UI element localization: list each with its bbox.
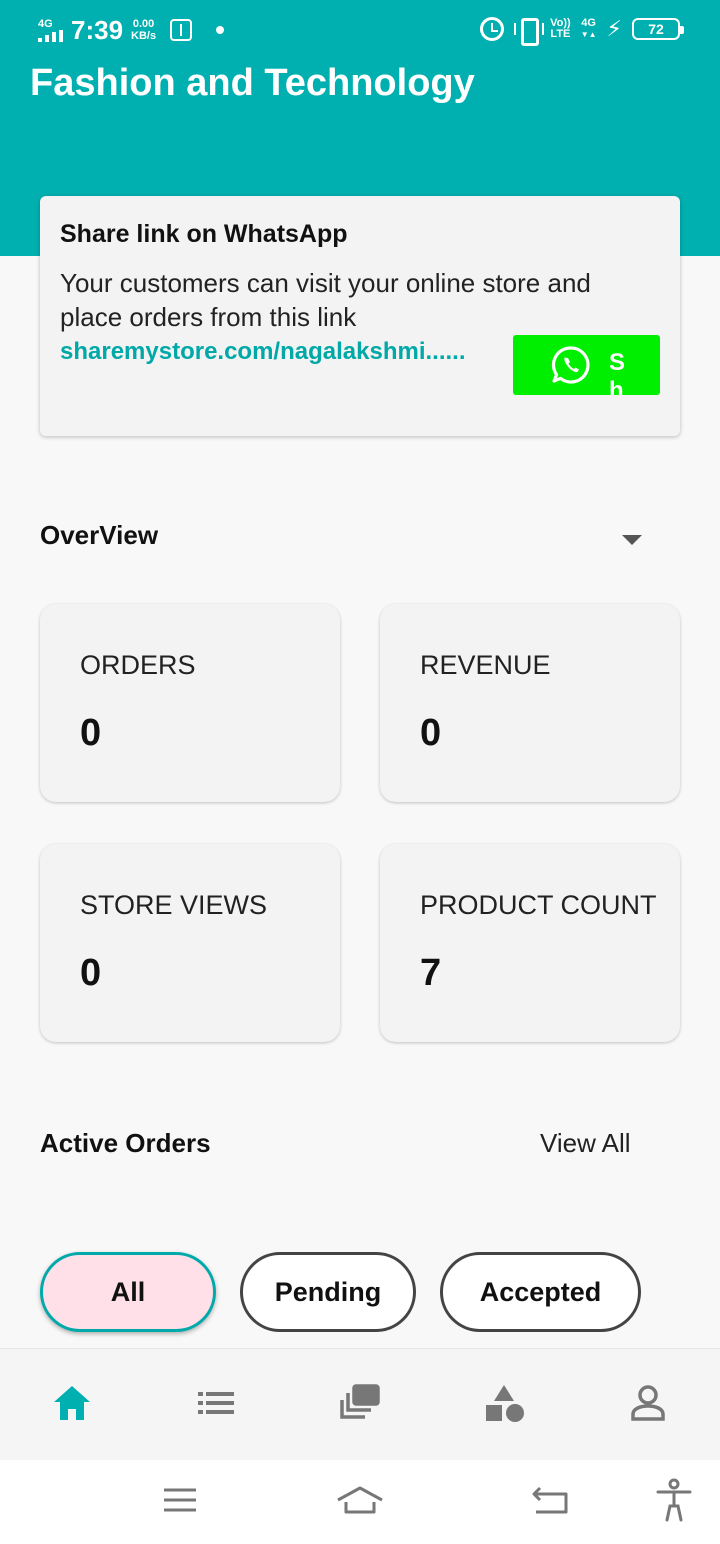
dropdown-arrow-icon[interactable]	[622, 535, 642, 545]
battery-icon: 72	[632, 18, 684, 40]
signal-icon: 4G	[38, 17, 63, 42]
list-icon[interactable]	[192, 1379, 240, 1427]
product-count-label: PRODUCT COUNT	[420, 890, 657, 920]
filter-chip-accepted[interactable]: Accepted	[440, 1252, 641, 1332]
alarm-icon	[480, 17, 505, 41]
revenue-card[interactable]: REVENUE 0	[380, 604, 680, 802]
store-views-label: STORE VIEWS	[80, 890, 268, 920]
net2-label: 4G	[581, 17, 596, 29]
speed-unit: KB/s	[131, 30, 157, 42]
status-bar: 4G 7:39 0.00 KB/s Vo)) LTE 4G ▼▲ ⚡ 72	[0, 0, 720, 56]
revenue-value: 0	[420, 712, 442, 754]
battery-level: 72	[648, 21, 664, 37]
home-icon[interactable]	[48, 1379, 96, 1427]
gallery-icon[interactable]	[336, 1379, 384, 1427]
app-title: Fashion and Technology	[30, 62, 475, 104]
store-link[interactable]: sharemystore.com/nagalakshmi......	[60, 338, 514, 366]
share-description: Your customers can visit your online sto…	[60, 268, 591, 332]
system-nav-bar	[0, 1460, 720, 1544]
speed-value: 0.00	[132, 18, 155, 30]
vibrate-icon	[514, 17, 545, 46]
bottom-nav	[0, 1348, 720, 1460]
orders-card[interactable]: ORDERS 0	[40, 604, 340, 802]
revenue-label: REVENUE	[420, 650, 551, 680]
share-title: Share link on WhatsApp	[60, 220, 348, 248]
product-count-value: 7	[420, 952, 442, 994]
whatsapp-button-label: Sh	[609, 349, 626, 395]
whatsapp-share-button[interactable]: Sh	[513, 335, 660, 395]
back-icon[interactable]	[526, 1476, 574, 1524]
accessibility-icon[interactable]	[650, 1476, 698, 1524]
network-4g-icon: 4G ▼▲	[580, 17, 597, 40]
orders-label: ORDERS	[80, 650, 196, 680]
whatsapp-icon	[551, 346, 590, 384]
active-orders-title: Active Orders	[40, 1128, 211, 1158]
home-outline-icon[interactable]	[336, 1476, 384, 1524]
view-all-link[interactable]: View All	[540, 1128, 631, 1159]
store-views-card[interactable]: STORE VIEWS 0	[40, 844, 340, 1042]
network-speed: 0.00 KB/s	[131, 18, 156, 42]
volte-bottom: LTE	[550, 28, 571, 40]
volte-icon: Vo)) LTE	[550, 18, 571, 40]
filter-chip-pending[interactable]: Pending	[240, 1252, 416, 1332]
menu-icon[interactable]	[156, 1476, 204, 1524]
categories-icon[interactable]	[480, 1379, 528, 1427]
charging-icon: ⚡	[606, 16, 622, 41]
network-type: 4G	[38, 17, 53, 30]
store-views-value: 0	[80, 952, 102, 994]
filter-chip-all[interactable]: All	[40, 1252, 216, 1332]
profile-icon[interactable]	[624, 1379, 672, 1427]
status-time: 7:39	[71, 14, 124, 45]
product-count-card[interactable]: PRODUCT COUNT 7	[380, 844, 680, 1042]
orders-value: 0	[80, 712, 102, 754]
overview-title: OverView	[40, 520, 159, 550]
usb-icon	[170, 19, 193, 41]
notification-dot-icon	[216, 26, 225, 34]
share-card: Share link on WhatsApp Your customers ca…	[40, 196, 680, 436]
